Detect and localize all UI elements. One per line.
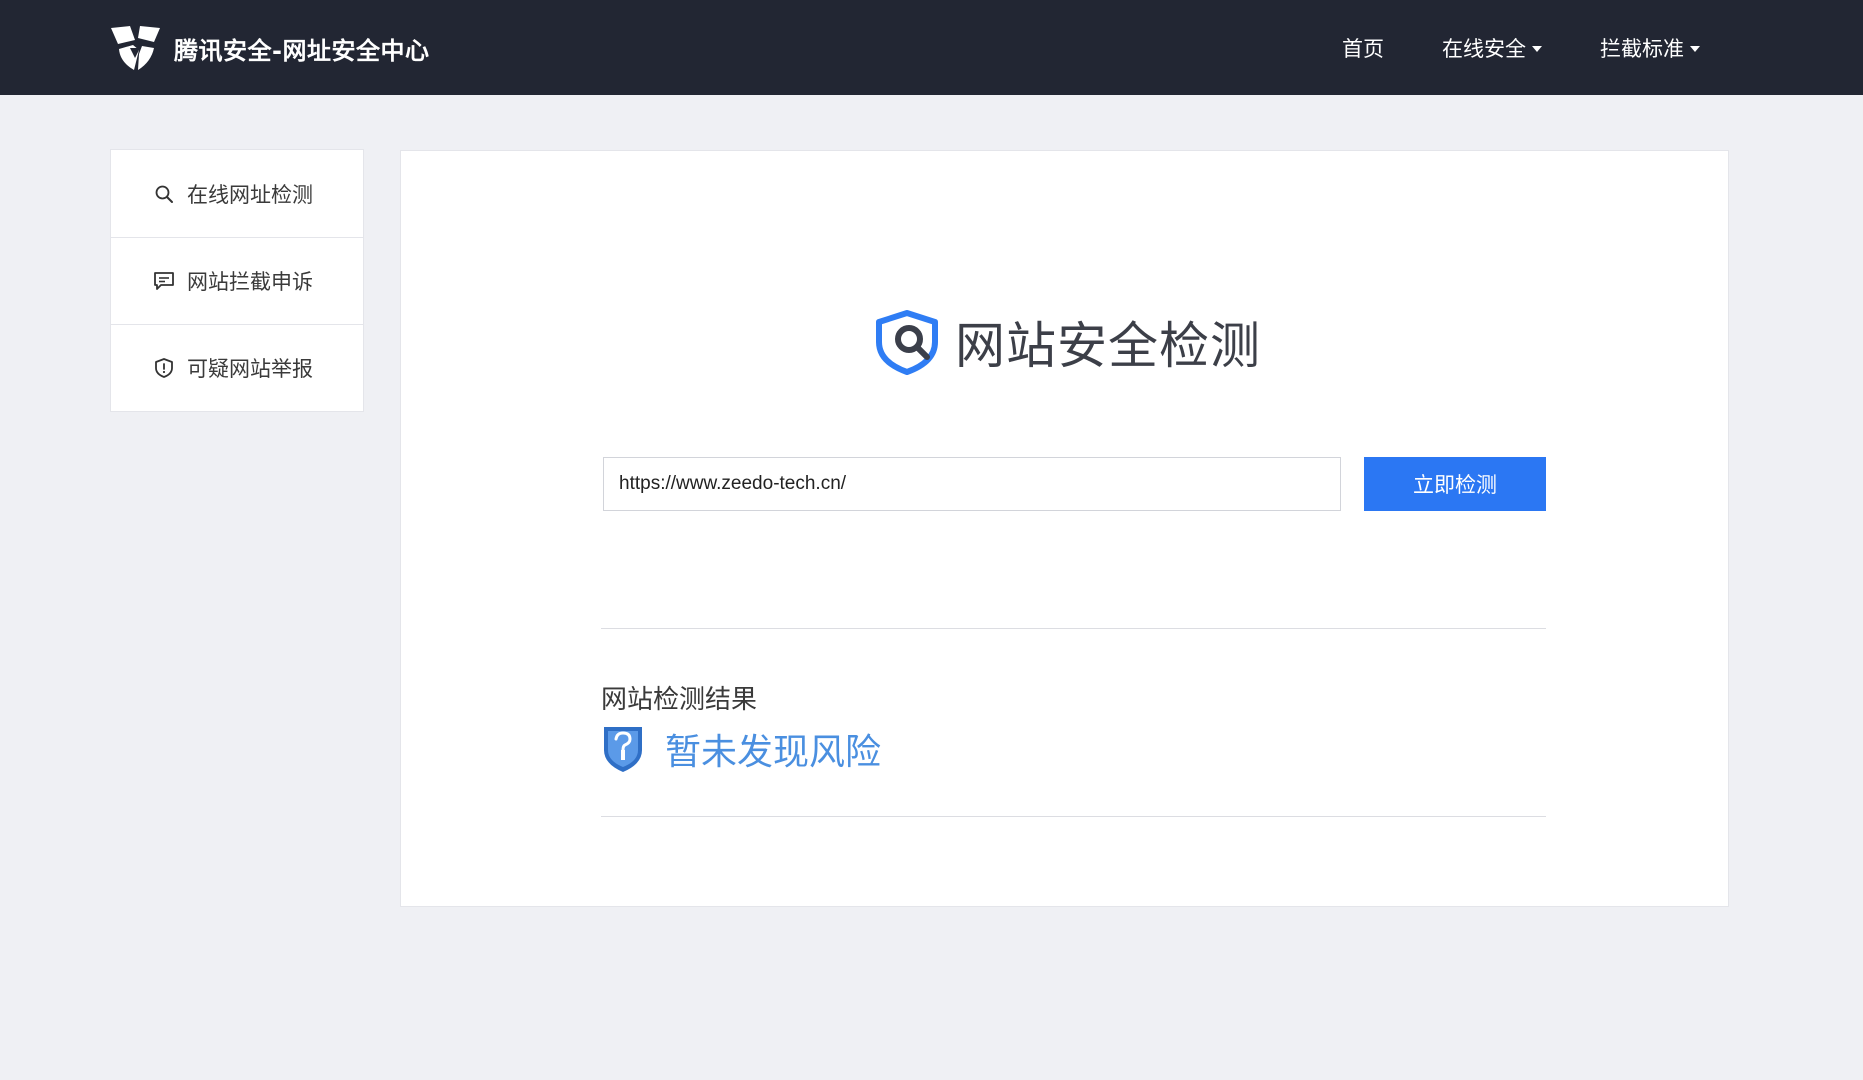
nav-item-home[interactable]: 首页 [1342,33,1384,63]
page-title: 网站安全检测 [955,317,1261,375]
nav-item-label: 在线安全 [1442,36,1526,61]
sidebar-item-label: 在线网址检测 [187,182,313,207]
url-input[interactable] [603,457,1341,511]
brand-title: 腾讯安全-网址安全中心 [174,36,430,65]
search-icon [153,183,175,205]
page-header: 网站安全检测 [873,306,1261,378]
result-heading: 网站检测结果 [601,685,758,715]
caret-down-icon [1690,45,1700,52]
divider [601,628,1546,629]
nav-item-label: 首页 [1342,36,1384,61]
divider [601,816,1546,817]
check-now-button[interactable]: 立即检测 [1364,457,1546,511]
sidebar-item-label: 网站拦截申诉 [187,270,313,294]
nav-item-block-standards[interactable]: 拦截标准 [1600,33,1700,63]
brand[interactable]: 腾讯安全-网址安全中心 [108,22,429,74]
nav-item-online-security[interactable]: 在线安全 [1442,33,1542,63]
result-status: 暂未发现风险 [601,723,881,775]
sidebar: 在线网址检测 网站拦截申诉 可疑网站举报 [110,149,364,412]
main-nav: 首页 在线安全 拦截标准 [1342,0,1700,95]
shield-unknown-icon [604,727,642,772]
shield-search-icon [876,310,938,375]
tencent-security-logo-icon [111,26,160,70]
check-panel: 网站安全检测 立即检测 网站检测结果 暂未发现风险 [400,150,1729,907]
top-navigation-bar: 腾讯安全-网址安全中心 首页 在线安全 拦截标准 [0,0,1863,95]
sidebar-item-label: 可疑网站举报 [187,357,313,381]
sidebar-item-report[interactable]: 可疑网站举报 [111,324,363,411]
caret-down-icon [1532,45,1542,52]
sidebar-item-url-check[interactable]: 在线网址检测 [111,150,363,237]
nav-item-label: 拦截标准 [1600,36,1684,61]
shield-alert-icon [153,357,175,379]
sidebar-item-appeal[interactable]: 网站拦截申诉 [111,237,363,324]
message-icon [153,270,175,292]
result-text: 暂未发现风险 [665,732,882,773]
